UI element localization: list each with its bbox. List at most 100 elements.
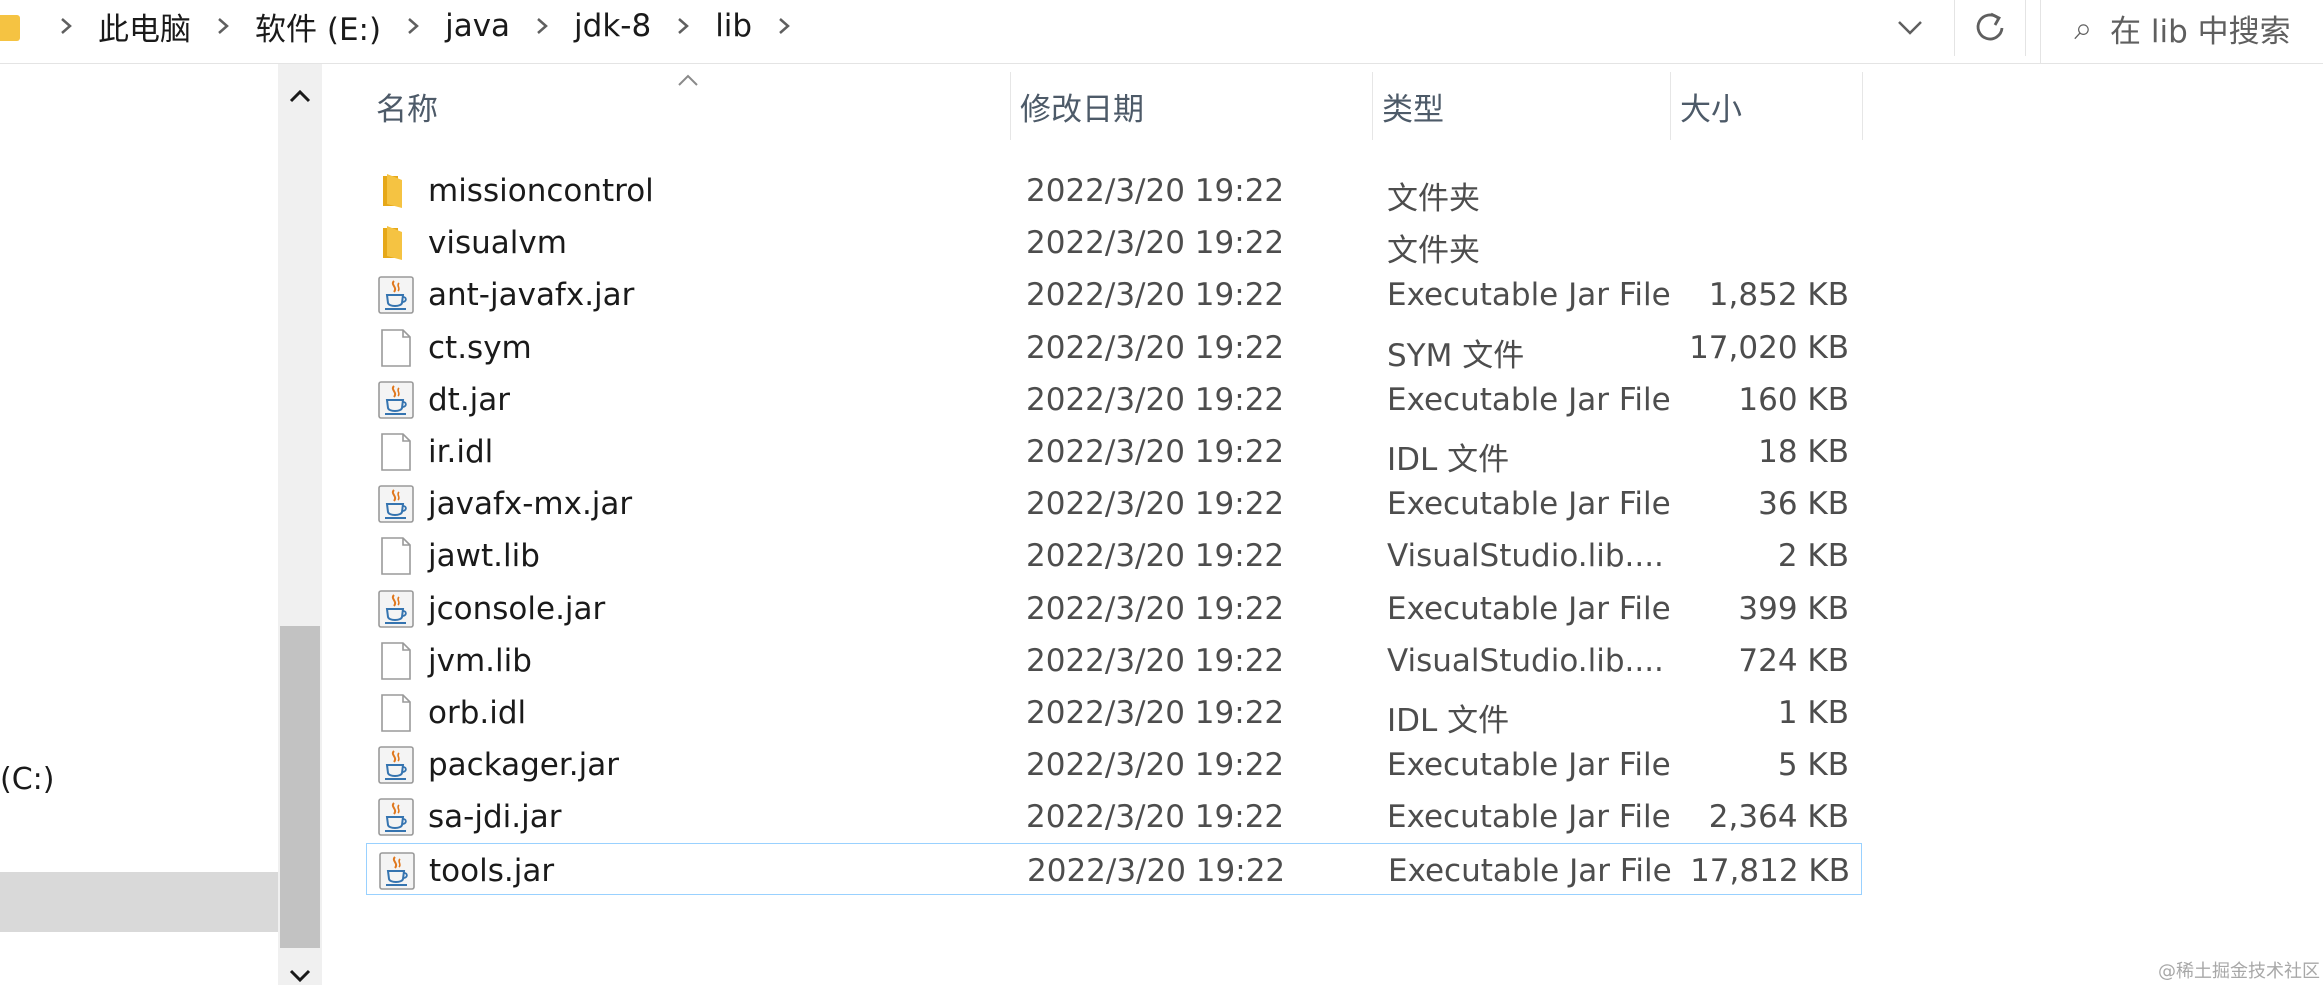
file-modified: 2022/3/20 19:22 bbox=[1026, 225, 1285, 262]
file-row[interactable]: tools.jar 2022/3/20 19:22 Executable Jar F… bbox=[366, 842, 1862, 895]
file-type: VisualStudio.lib.... bbox=[1387, 538, 1664, 575]
java-jar-icon bbox=[378, 485, 414, 523]
java-jar-icon bbox=[378, 380, 414, 419]
scroll-down-button[interactable] bbox=[278, 954, 322, 985]
folder-icon bbox=[383, 174, 402, 208]
file-size: 17,020 KB bbox=[1689, 329, 1849, 366]
file-type: IDL 文件 bbox=[1387, 442, 1510, 478]
nav-item-selected[interactable] bbox=[0, 872, 278, 932]
file-modified: 2022/3/20 19:22 bbox=[1026, 747, 1285, 784]
breadcrumb-separator[interactable] bbox=[203, 6, 243, 46]
file-modified: 2022/3/20 19:22 bbox=[1026, 173, 1285, 209]
breadcrumb-item[interactable]: lib bbox=[703, 8, 764, 44]
file-name: missioncontrol bbox=[428, 173, 654, 209]
breadcrumb-separator[interactable] bbox=[522, 6, 562, 46]
file-type: Executable Jar File bbox=[1387, 381, 1671, 418]
column-divider[interactable] bbox=[1862, 72, 1863, 140]
file-row[interactable]: jconsole.jar 2022/3/20 19:22 Executable Ja… bbox=[366, 582, 1862, 634]
file-modified: 2022/3/20 19:22 bbox=[1026, 590, 1285, 627]
breadcrumb-item[interactable]: jdk-8 bbox=[562, 8, 663, 44]
chevron-right-icon bbox=[408, 18, 419, 34]
column-header-type[interactable]: 类型 bbox=[1372, 64, 1670, 148]
file-row[interactable]: visualvm 2022/3/20 19:22 文件夹 bbox=[366, 216, 1862, 269]
file-icon bbox=[381, 433, 411, 471]
file-row[interactable]: packager.jar 2022/3/20 19:22 Executable Ja… bbox=[366, 738, 1862, 790]
search-icon bbox=[2074, 24, 2089, 40]
file-row[interactable]: ir.idl 2022/3/20 19:22 IDL 文件 18 KB bbox=[366, 425, 1862, 478]
file-row[interactable]: jvm.lib 2022/3/20 19:22 VisualStudio.lib..… bbox=[366, 634, 1862, 686]
file-name: ct.sym bbox=[428, 329, 532, 366]
breadcrumb-separator[interactable] bbox=[393, 6, 433, 46]
file-row[interactable]: ant-javafx.jar 2022/3/20 19:22 Executable … bbox=[366, 268, 1862, 320]
breadcrumb-separator[interactable] bbox=[46, 6, 86, 46]
search-input[interactable] bbox=[2110, 14, 2323, 50]
java-jar-icon bbox=[378, 276, 414, 315]
file-name: ant-javafx.jar bbox=[428, 277, 635, 314]
breadcrumb-separator[interactable] bbox=[764, 6, 804, 46]
file-type: Executable Jar File bbox=[1388, 852, 1672, 889]
file-row[interactable]: jawt.lib 2022/3/20 19:22 VisualStudio.lib.… bbox=[366, 529, 1862, 581]
file-name: visualvm bbox=[428, 225, 567, 262]
column-header-modified-label: 修改日期 bbox=[1020, 91, 1144, 128]
file-explorer-window: 此电脑软件 (E:) java jdk-8 lib (C:) bbox=[0, 0, 2323, 985]
file-size: 36 KB bbox=[1758, 486, 1849, 523]
file-name: javafx-mx.jar bbox=[428, 486, 633, 523]
column-header-size[interactable]: 大小 bbox=[1670, 64, 1862, 148]
column-header-modified[interactable]: 修改日期 bbox=[1010, 64, 1372, 148]
column-header-name-label: 名称 bbox=[376, 91, 438, 128]
scroll-thumb[interactable] bbox=[280, 626, 320, 948]
chevron-right-icon bbox=[61, 18, 72, 34]
breadcrumb-item[interactable]: java bbox=[433, 8, 522, 44]
column-header-type-label: 类型 bbox=[1382, 91, 1444, 128]
refresh-button[interactable] bbox=[1954, 0, 2026, 56]
file-size: 1 KB bbox=[1777, 695, 1849, 731]
breadcrumb-item[interactable]: 软件 (E:) bbox=[243, 4, 393, 49]
file-row[interactable]: orb.idl 2022/3/20 19:22 IDL 文件 1 KB bbox=[366, 686, 1862, 739]
file-icon bbox=[381, 537, 411, 576]
file-modified: 2022/3/20 19:22 bbox=[1026, 329, 1285, 366]
file-type: Executable Jar File bbox=[1387, 747, 1671, 784]
file-size: 2 KB bbox=[1777, 538, 1849, 575]
file-size: 18 KB bbox=[1758, 434, 1849, 470]
file-size: 160 KB bbox=[1738, 381, 1849, 418]
file-row[interactable]: dt.jar 2022/3/20 19:22 Executable Jar File… bbox=[366, 373, 1862, 425]
file-size: 2,364 KB bbox=[1708, 799, 1849, 836]
file-modified: 2022/3/20 19:22 bbox=[1026, 642, 1285, 679]
breadcrumb-item[interactable]: 此电脑 bbox=[86, 4, 203, 49]
nav-scrollbar[interactable] bbox=[278, 64, 322, 985]
file-modified: 2022/3/20 19:22 bbox=[1026, 799, 1285, 836]
chevron-right-icon bbox=[678, 18, 690, 34]
column-header-name[interactable]: 名称 bbox=[366, 64, 982, 148]
file-type: 文件夹 bbox=[1387, 181, 1480, 217]
file-row[interactable]: missioncontrol 2022/3/20 19:22 文件夹 bbox=[366, 164, 1862, 217]
file-type: Executable Jar File bbox=[1387, 486, 1671, 523]
file-size: 399 KB bbox=[1738, 590, 1849, 627]
file-name: packager.jar bbox=[428, 747, 619, 784]
file-name: sa-jdi.jar bbox=[428, 799, 562, 836]
file-modified: 2022/3/20 19:22 bbox=[1026, 381, 1285, 418]
file-type: Executable Jar File bbox=[1387, 799, 1671, 836]
chevron-up-icon bbox=[289, 89, 311, 103]
file-row[interactable]: ct.sym 2022/3/20 19:22 SYM 文件 17,020 KB bbox=[366, 321, 1862, 374]
file-modified: 2022/3/20 19:22 bbox=[1026, 277, 1285, 314]
nav-item-drive-c[interactable]: (C:) bbox=[0, 762, 54, 797]
address-history-button[interactable] bbox=[1880, 6, 1940, 50]
file-modified: 2022/3/20 19:22 bbox=[1026, 486, 1285, 523]
file-modified: 2022/3/20 19:22 bbox=[1026, 695, 1285, 731]
file-name: orb.idl bbox=[428, 695, 527, 731]
file-name: dt.jar bbox=[428, 381, 511, 418]
chevron-right-icon bbox=[537, 18, 548, 34]
breadcrumb-separator[interactable] bbox=[663, 6, 703, 46]
java-jar-icon bbox=[378, 589, 414, 628]
file-modified: 2022/3/20 19:22 bbox=[1026, 538, 1285, 575]
file-icon bbox=[381, 641, 411, 680]
search-box[interactable] bbox=[2040, 0, 2323, 64]
java-jar-icon bbox=[379, 851, 415, 890]
folder-icon bbox=[383, 226, 402, 261]
file-size: 5 KB bbox=[1777, 747, 1849, 784]
file-row[interactable]: sa-jdi.jar 2022/3/20 19:22 Executable Jar … bbox=[366, 790, 1862, 842]
navigation-pane: (C:) bbox=[0, 64, 322, 985]
address-bar: 此电脑 软件 (E:) java jdk-8 lib bbox=[0, 0, 2323, 64]
file-row[interactable]: javafx-mx.jar 2022/3/20 19:22 Executable J… bbox=[366, 477, 1862, 529]
scroll-up-button[interactable] bbox=[278, 74, 322, 118]
